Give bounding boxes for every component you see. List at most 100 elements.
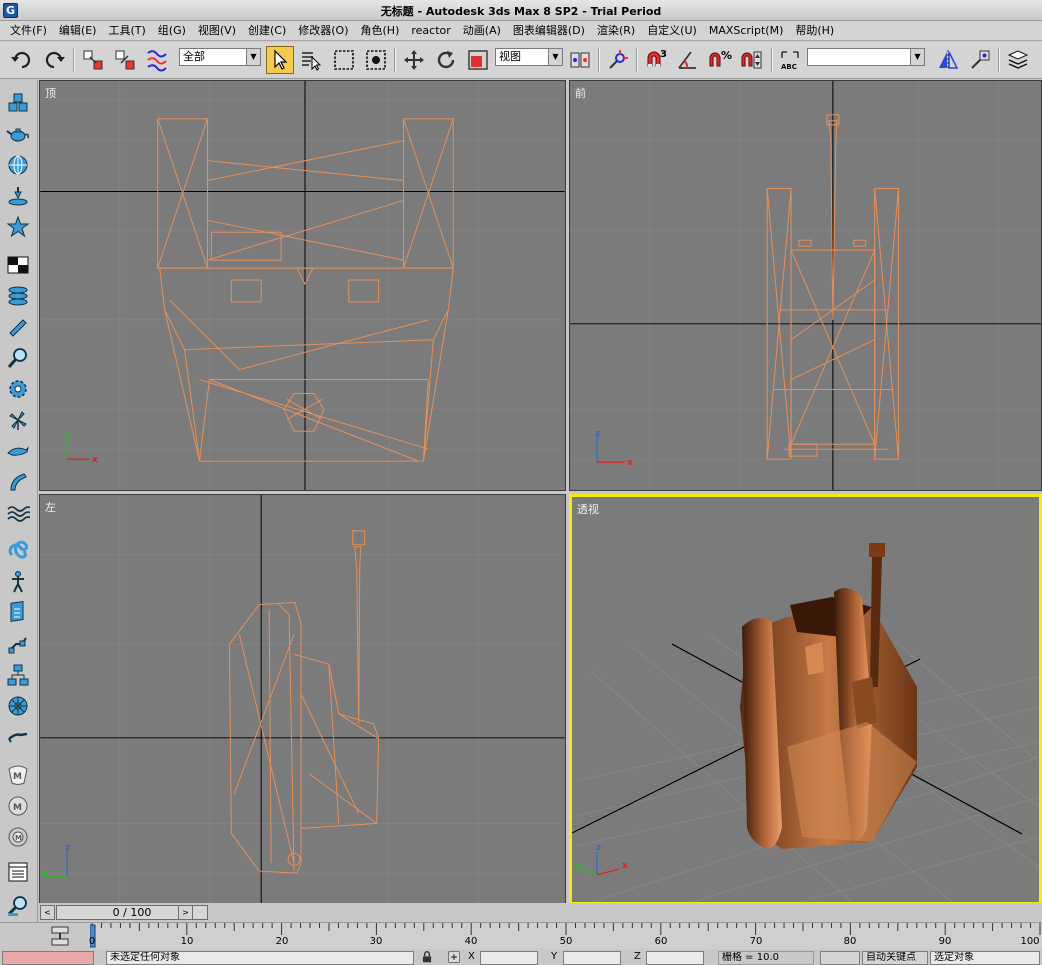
menu-edit[interactable]: 编辑(E) [53, 22, 103, 40]
unlink-selection-button[interactable] [111, 46, 139, 74]
selection-filter-dropdown[interactable]: 全部 ▼ [179, 48, 261, 66]
align-button[interactable] [966, 46, 994, 74]
x-coord-label: X [468, 951, 475, 962]
viewport-label[interactable]: 前 [575, 85, 586, 101]
hierarchy-button[interactable] [4, 662, 32, 688]
shapes-button[interactable] [4, 283, 32, 309]
viewport-top[interactable]: 顶 y x [39, 80, 566, 491]
selection-lock-button[interactable] [420, 950, 434, 964]
viewport-perspective[interactable]: 透视 z x y [569, 494, 1042, 905]
biped-icon [12, 571, 24, 593]
edit-named-selection-button[interactable]: ABC [776, 46, 804, 74]
track-view-button[interactable] [4, 859, 32, 885]
menu-character[interactable]: 角色(H) [355, 22, 406, 40]
dolphin-button[interactable] [4, 438, 32, 464]
timeline-ruler[interactable]: 0 10 20 30 40 50 60 70 80 90 100 [89, 923, 1042, 950]
plane-display-button[interactable] [4, 252, 32, 278]
cylinder-button[interactable] [4, 314, 32, 340]
title-bar[interactable]: G 无标题 - Autodesk 3ds Max 8 SP2 - Trial P… [0, 0, 1042, 21]
axis-y-label: y [42, 869, 48, 879]
create-geometry-button[interactable] [4, 90, 32, 116]
select-object-button[interactable] [266, 46, 294, 74]
menu-help[interactable]: 帮助(H) [789, 22, 840, 40]
spotlight-icon [8, 187, 28, 206]
wave-modifier-button[interactable] [4, 500, 32, 526]
max-render-icon: M [8, 796, 28, 816]
menu-maxscript[interactable]: MAXScript(M) [703, 22, 790, 40]
bend-modifier-button[interactable] [4, 469, 32, 495]
viewport-label[interactable]: 左 [45, 499, 56, 515]
teapot-icon [6, 128, 29, 142]
bind-to-space-warp-button[interactable] [143, 46, 171, 74]
window-crossing-button[interactable] [362, 46, 390, 74]
reference-coordinate-dropdown[interactable]: 视图 ▼ [495, 48, 563, 66]
menu-group[interactable]: 组(G) [152, 22, 192, 40]
window-title: 无标题 - Autodesk 3ds Max 8 SP2 - Trial Per… [380, 5, 662, 18]
rectangular-selection-region-button[interactable] [330, 46, 358, 74]
time-next-button[interactable]: > [178, 905, 193, 920]
menu-reactor[interactable]: reactor [405, 22, 456, 40]
bones-button[interactable] [4, 631, 32, 657]
mirror-button[interactable] [934, 46, 962, 74]
cameras-button[interactable] [4, 214, 32, 240]
maxscript-listener-field[interactable] [2, 951, 94, 965]
undo-button[interactable] [8, 46, 36, 74]
redo-button[interactable] [40, 46, 68, 74]
knot-button[interactable] [4, 538, 32, 564]
wind-button[interactable] [4, 407, 32, 433]
max-logo-icon: M [8, 765, 28, 785]
material-editor-button[interactable] [4, 600, 32, 626]
named-selection-dropdown[interactable]: ▼ [807, 48, 925, 66]
viewport-left[interactable]: 左 z y [39, 494, 566, 905]
absolute-transform-toggle[interactable] [447, 950, 461, 964]
menu-file[interactable]: 文件(F) [4, 22, 53, 40]
mini-curve-editor-button[interactable] [48, 925, 72, 947]
time-tag-field[interactable] [820, 951, 860, 965]
select-and-rotate-button[interactable] [432, 46, 460, 74]
menu-rendering[interactable]: 渲染(R) [591, 22, 641, 40]
stack-icon [8, 286, 28, 306]
lights-button[interactable] [4, 183, 32, 209]
viewport-label[interactable]: 透视 [577, 501, 599, 517]
menu-tools[interactable]: 工具(T) [102, 22, 151, 40]
spinner-snap-toggle-button[interactable] [738, 46, 766, 74]
viewport-front[interactable]: 前 z x [569, 80, 1042, 491]
z-coord-field[interactable] [646, 951, 704, 965]
select-by-name-button[interactable] [297, 46, 325, 74]
menu-animation[interactable]: 动画(A) [457, 22, 507, 40]
viewport-label[interactable]: 顶 [45, 85, 56, 101]
biped-button[interactable] [4, 569, 32, 595]
menu-create[interactable]: 创建(C) [242, 22, 292, 40]
y-coord-field[interactable] [563, 951, 621, 965]
motion-button[interactable] [4, 693, 32, 719]
teapot-button[interactable] [4, 121, 32, 147]
bend-icon [10, 473, 27, 491]
max-quick-render-button[interactable]: M [4, 824, 32, 850]
menu-graph-editors[interactable]: 图表编辑器(D) [507, 22, 591, 40]
utilities-button[interactable] [4, 724, 32, 750]
systems-button[interactable] [4, 376, 32, 402]
select-and-manipulate-button[interactable] [604, 46, 632, 74]
zoom-extents-button[interactable] [4, 893, 32, 919]
angle-snap-toggle-button[interactable] [674, 46, 702, 74]
x-coord-field[interactable] [480, 951, 538, 965]
snaps-toggle-button[interactable]: 3 [642, 46, 670, 74]
select-and-move-button[interactable] [400, 46, 428, 74]
curve-editor-icon [51, 926, 69, 946]
max-render-button[interactable]: M [4, 793, 32, 819]
select-and-scale-button[interactable] [464, 46, 492, 74]
menu-modifiers[interactable]: 修改器(O) [292, 22, 354, 40]
key-set-selection-dropdown[interactable]: 选定对象 [930, 951, 1040, 965]
menu-views[interactable]: 视图(V) [192, 22, 242, 40]
helper-button[interactable] [4, 345, 32, 371]
menu-customize[interactable]: 自定义(U) [641, 22, 703, 40]
percent-snap-toggle-button[interactable]: % [706, 46, 734, 74]
use-pivot-center-button[interactable] [566, 46, 594, 74]
time-prev-button[interactable]: < [40, 905, 55, 920]
layer-manager-button[interactable] [1004, 46, 1032, 74]
sphere-button[interactable] [4, 152, 32, 178]
ruler-tick-label: 100 [1020, 936, 1040, 947]
auto-key-button[interactable]: 自动关键点 [862, 951, 928, 965]
select-and-link-button[interactable] [79, 46, 107, 74]
max-script-button[interactable]: M [4, 762, 32, 788]
